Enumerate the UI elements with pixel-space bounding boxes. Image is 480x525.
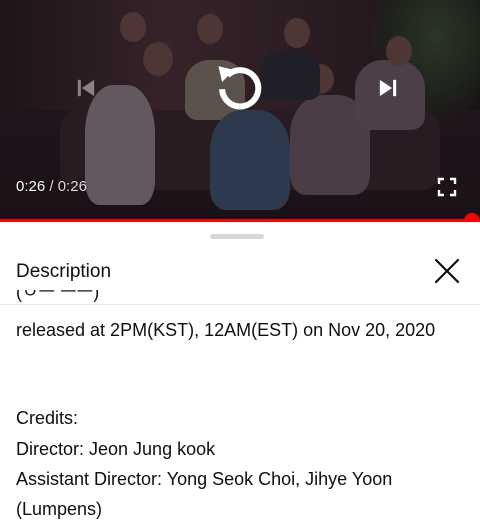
description-line: Assistant Director: Yong Seok Choi, Jihy… (16, 469, 393, 489)
time-separator: / (45, 178, 58, 195)
video-duration: 0:26 (57, 178, 87, 195)
skip-previous-icon (72, 74, 100, 102)
close-button[interactable] (430, 256, 464, 290)
progress-bar-played (0, 219, 480, 222)
previous-video-button[interactable] (68, 70, 104, 106)
description-line-clipped: (ㅇㅡ ㅡㅡ) (16, 290, 100, 302)
description-line: released at 2PM(KST), 12AM(EST) on Nov 2… (16, 320, 436, 340)
current-time: 0:26 (16, 178, 46, 195)
description-line: (Lumpens) (16, 499, 103, 519)
next-video-button[interactable] (370, 70, 406, 106)
progress-bar[interactable] (0, 213, 480, 222)
skip-next-icon (374, 74, 402, 102)
description-line: Credits: (16, 408, 79, 428)
replay-button[interactable] (207, 56, 271, 120)
video-player[interactable]: 0:26 / 0:26 (0, 0, 480, 222)
panel-title: Description (16, 261, 112, 282)
fullscreen-icon (437, 177, 457, 197)
sheet-drag-handle[interactable] (210, 234, 264, 239)
fullscreen-button[interactable] (434, 174, 460, 200)
replay-icon (210, 59, 268, 117)
progress-scrubber-handle[interactable] (464, 213, 480, 222)
description-line: Director: Jeon Jung kook (16, 439, 216, 459)
playback-time: 0:26 / 0:26 (16, 178, 87, 195)
close-icon (434, 258, 460, 289)
description-panel: Description (ㅇㅡ ㅡㅡ) released at 2PM(KST)… (0, 224, 480, 525)
panel-divider (0, 304, 480, 305)
